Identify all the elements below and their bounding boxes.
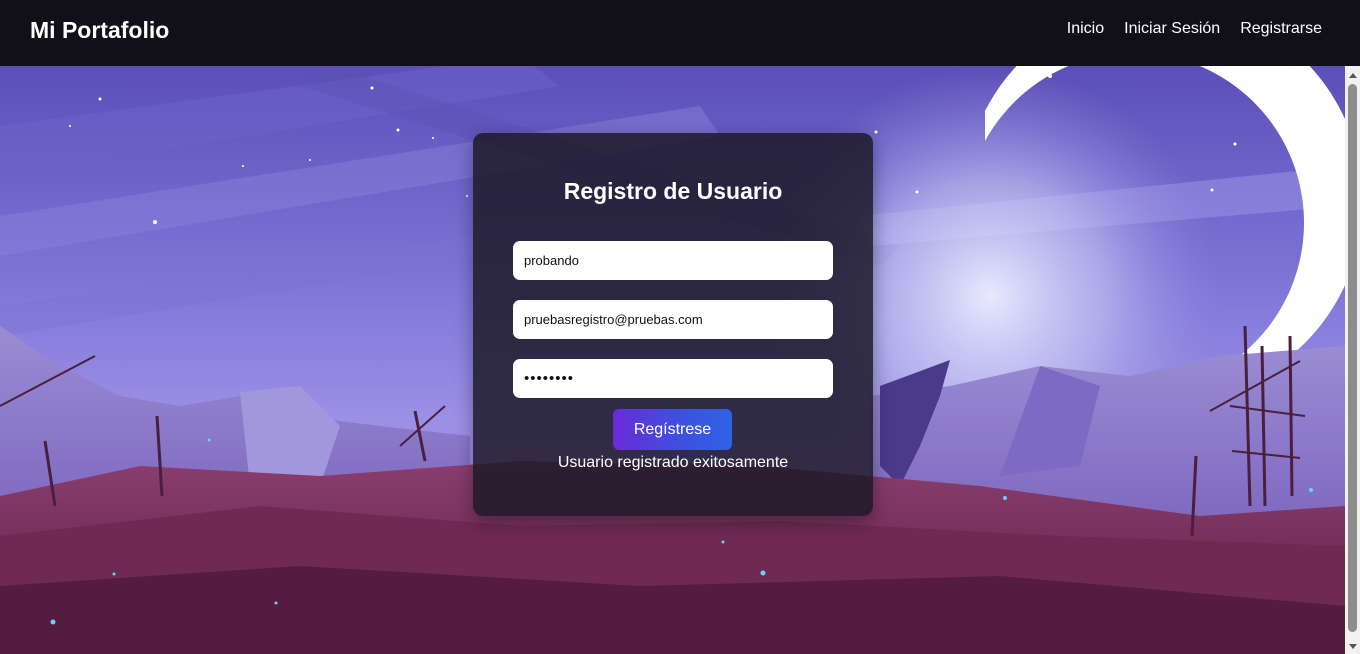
nav-link-inicio[interactable]: Inicio [1067, 20, 1104, 38]
success-message: Usuario registrado exitosamente [557, 454, 789, 471]
nav-link-iniciar-sesion[interactable]: Iniciar Sesión [1124, 20, 1220, 38]
scroll-up-arrow-icon[interactable] [1349, 73, 1357, 78]
form-title: Registro de Usuario [563, 178, 783, 204]
username-input[interactable] [513, 241, 833, 280]
scroll-down-arrow-icon[interactable] [1349, 644, 1357, 649]
scroll-thumb[interactable] [1348, 84, 1357, 632]
navbar: Mi Portafolio Inicio Iniciar Sesión Regi… [0, 0, 1360, 66]
page-scrollbar[interactable] [1345, 66, 1360, 654]
password-input[interactable] [513, 359, 833, 398]
brand-logo[interactable]: Mi Portafolio [30, 17, 169, 44]
registration-card: Registro de Usuario Regístrese Usuario r… [473, 133, 873, 516]
nav-links: Inicio Iniciar Sesión Registrarse [1067, 20, 1322, 38]
email-input[interactable] [513, 300, 833, 339]
register-button[interactable]: Regístrese [613, 409, 732, 450]
nav-link-registrarse[interactable]: Registrarse [1240, 20, 1322, 38]
